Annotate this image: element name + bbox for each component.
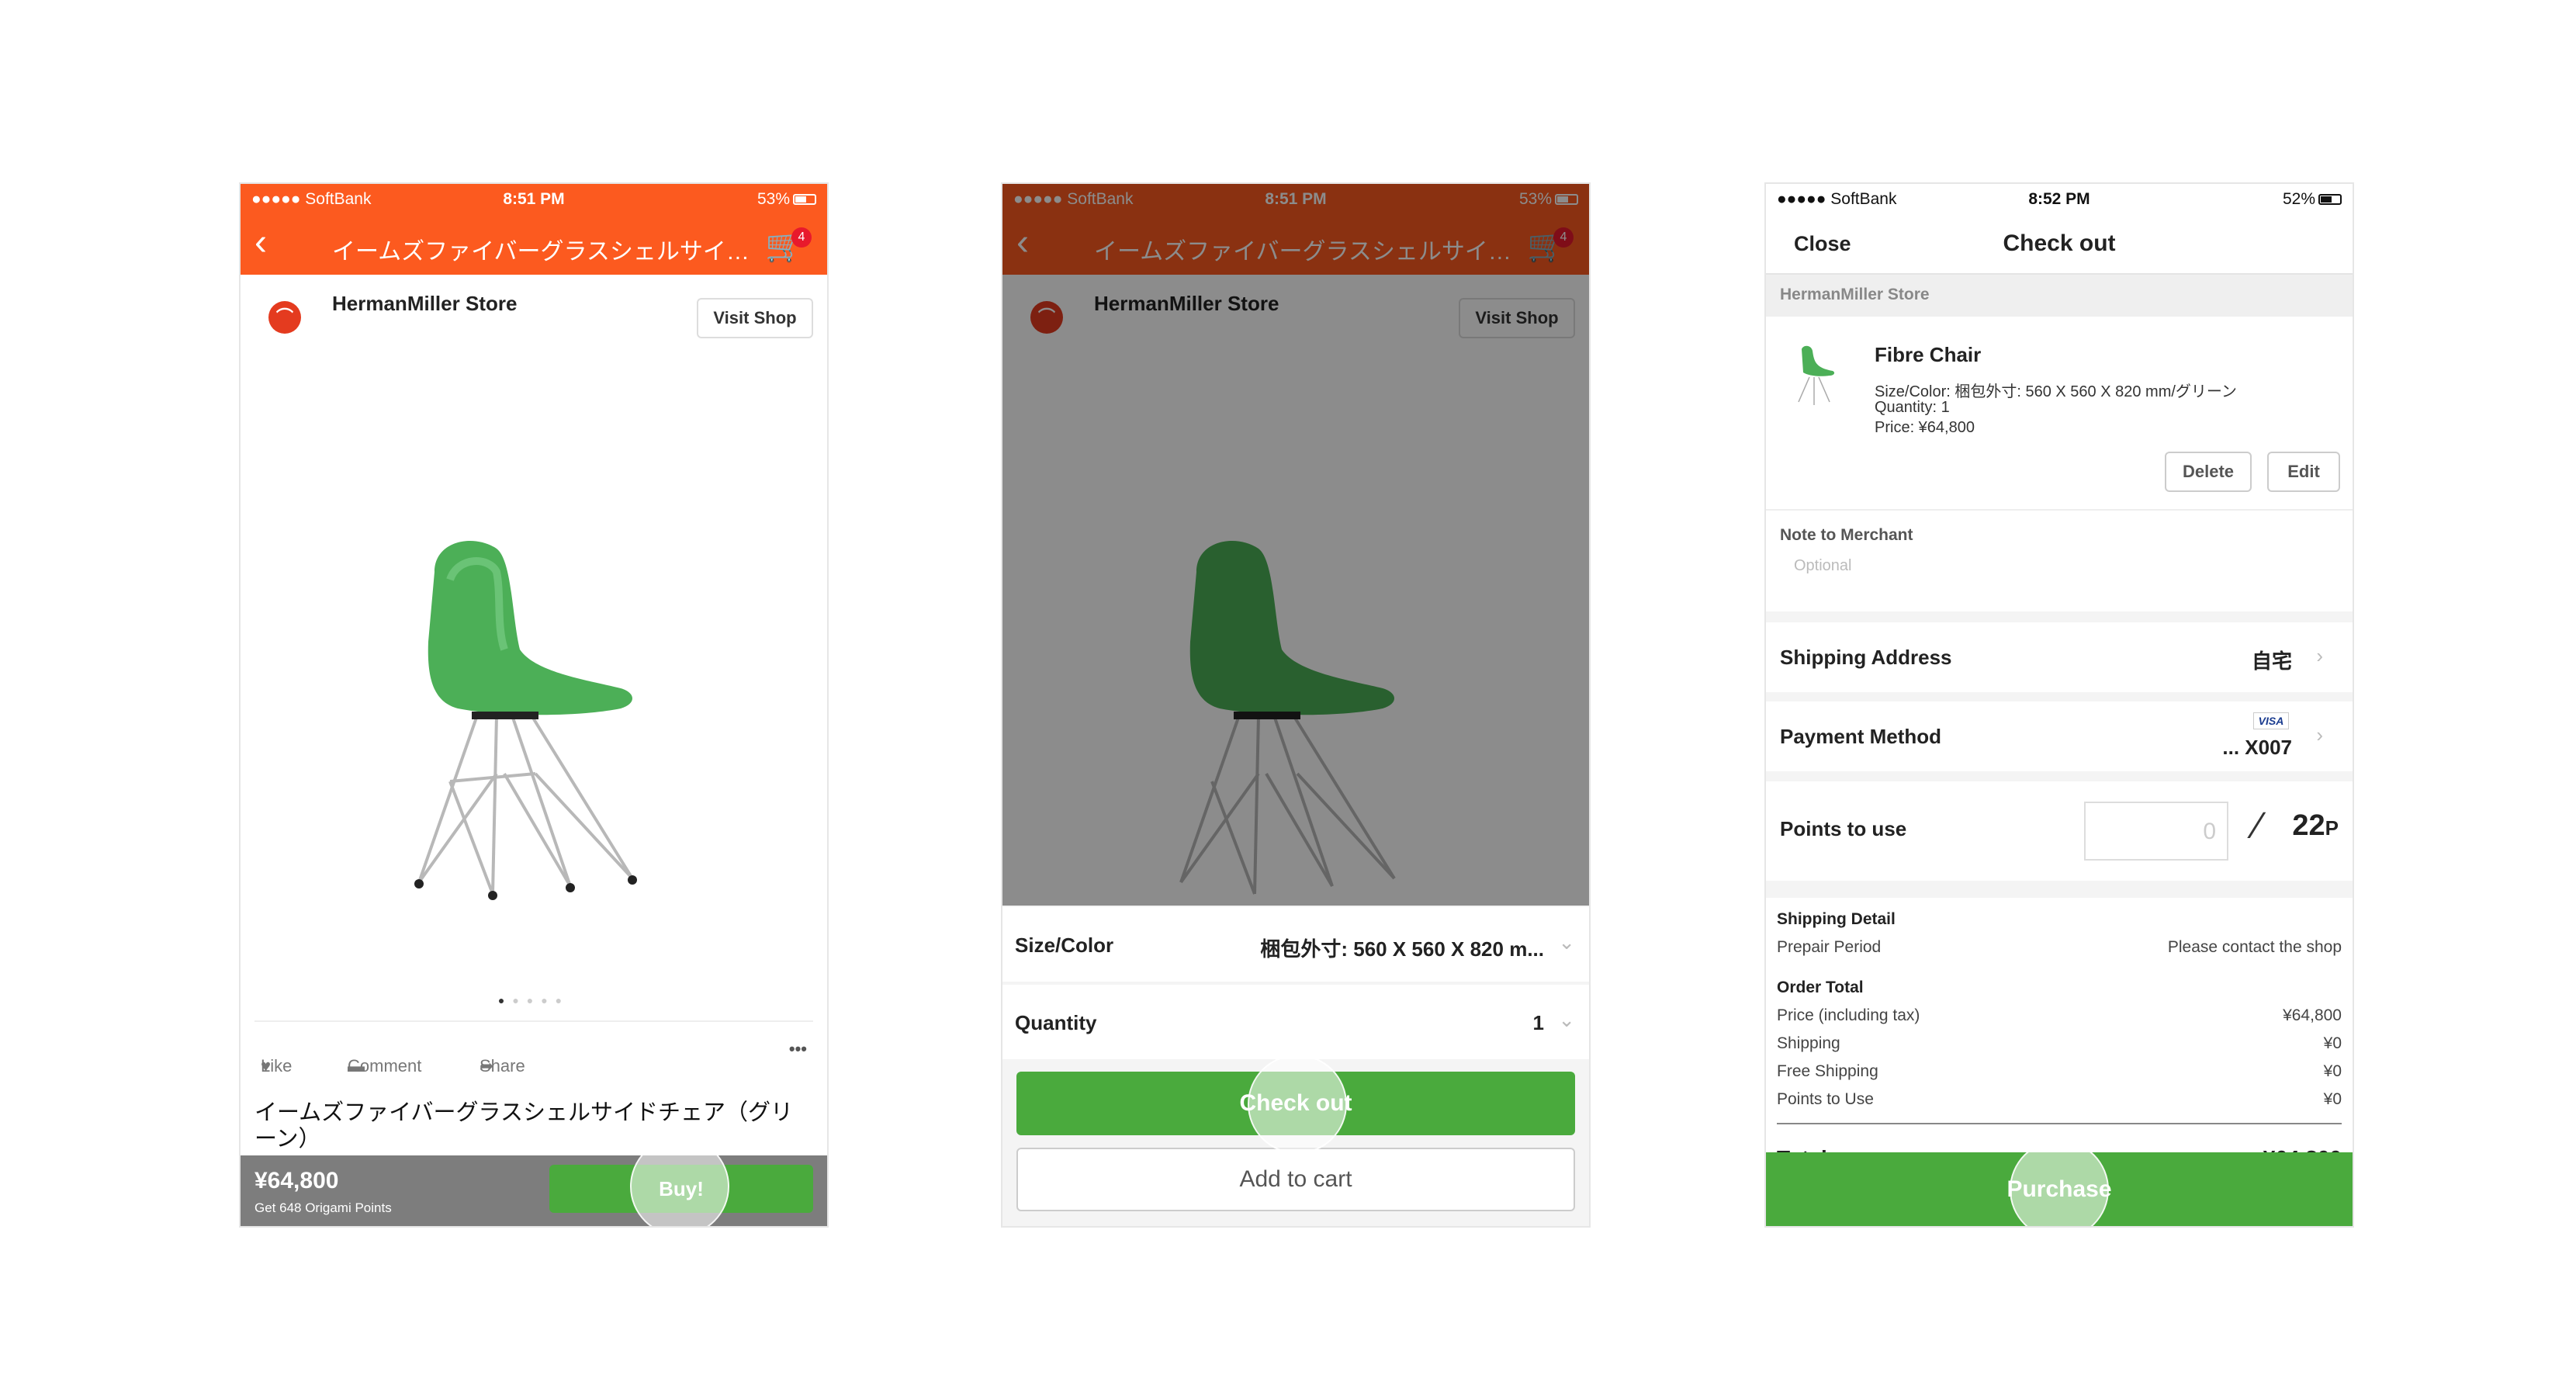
item-quantity: Quantity: 1 (1875, 399, 1950, 416)
points-to-use-label: Points to Use (1777, 1090, 1874, 1108)
free-shipping-value: ¥0 (2323, 1062, 2342, 1080)
product-image[interactable] (403, 525, 667, 929)
item-name: Fibre Chair (1875, 343, 1982, 366)
edit-button[interactable]: Edit (2267, 452, 2340, 492)
size-color-value: 梱包外寸: 560 X 560 X 820 m... (1260, 937, 1544, 961)
free-shipping-label: Free Shipping (1777, 1062, 1878, 1080)
comment-label: Comment (348, 1056, 422, 1076)
cart-badge: 4 (791, 227, 812, 248)
item-thumbnail (1798, 345, 1835, 405)
modal-overlay[interactable] (1002, 184, 1589, 906)
chevron-left-icon[interactable]: ‹ (254, 224, 267, 262)
more-icon[interactable]: ••• (789, 1039, 807, 1059)
quantity-row[interactable]: Quantity 1 ⌄ (1002, 985, 1589, 1059)
checkout-nav-bar: Close Check out (1766, 215, 2353, 275)
chevron-down-icon: ⌄ (1558, 930, 1575, 954)
price-value: ¥64,800 (2283, 1006, 2342, 1024)
points-row: Points to use 0 ⁄ 22P (1766, 781, 2353, 881)
store-header: HermanMiller Store (1766, 275, 2353, 317)
battery-indicator: 52% (2283, 190, 2342, 209)
size-color-row[interactable]: Size/Color 梱包外寸: 560 X 560 X 820 m... ⌄ (1002, 907, 1589, 982)
points-to-use-value: ¥0 (2323, 1090, 2342, 1108)
status-bar: ●●●●● SoftBank 8:52 PM 52% (1766, 184, 2353, 215)
quantity-label: Quantity (1015, 1011, 1097, 1034)
product-detail-screen: ●●●●● SoftBank 8:51 PM 53% ‹ イームズファイバーグラ… (241, 184, 827, 1226)
battery-icon (793, 194, 816, 206)
battery-percent: 53% (757, 190, 790, 208)
prepair-value: Please contact the shop (2167, 938, 2342, 956)
battery-indicator: 53% (757, 190, 816, 209)
clock: 8:52 PM (2028, 190, 2090, 208)
visa-icon: VISA (2253, 712, 2289, 729)
cart-item: Fibre Chair Size/Color: 梱包外寸: 560 X 560 … (1766, 317, 2353, 511)
battery-icon (2318, 194, 2342, 206)
product-title: イームズファイバーグラスシェルサイドチェア（グリーン） (254, 1100, 793, 1152)
buy-bar: ¥64,800 Get 648 Origami Points Buy! (241, 1155, 827, 1226)
points-input[interactable]: 0 (2084, 802, 2228, 861)
shipping-value: ¥0 (2323, 1034, 2342, 1052)
nav-title: イームズファイバーグラスシェルサイド... (332, 239, 750, 265)
prepair-label: Prepair Period (1777, 938, 1882, 956)
note-to-merchant: Note to Merchant Optional (1766, 511, 2353, 611)
shipping-address-value: 自宅 (2251, 649, 2292, 673)
slash-divider: ⁄ (2254, 805, 2261, 847)
chevron-down-icon: ⌄ (1558, 1008, 1575, 1031)
shipping-address-row[interactable]: Shipping Address 自宅 › (1766, 622, 2353, 692)
chevron-right-icon: › (2316, 723, 2323, 746)
payment-method-label: Payment Method (1780, 725, 1942, 748)
status-bar: ●●●●● SoftBank 8:51 PM 53% (241, 184, 827, 215)
page-title: Check out (2003, 230, 2116, 256)
size-color-label: Size/Color (1015, 934, 1114, 957)
like-label: Like (261, 1056, 293, 1076)
delete-button[interactable]: Delete (2165, 452, 2252, 492)
add-to-cart-button[interactable]: Add to cart (1016, 1148, 1575, 1211)
visit-shop-button[interactable]: Visit Shop (697, 298, 813, 338)
points-label: Get 648 Origami Points (254, 1200, 392, 1215)
note-input[interactable]: Optional (1794, 557, 1852, 575)
checkout-screen: ●●●●● SoftBank 8:52 PM 52% Close Check o… (1766, 184, 2353, 1226)
payment-card-number: ... X007 (2222, 736, 2292, 759)
shipping-detail-heading: Shipping Detail (1777, 910, 1896, 928)
quantity-value: 1 (1532, 1011, 1544, 1034)
shipping-label: Shipping (1777, 1034, 1840, 1052)
item-size-color: Size/Color: 梱包外寸: 560 X 560 X 820 mm/グリー… (1875, 383, 2237, 400)
price-label: ¥64,800 (254, 1168, 339, 1193)
store-name[interactable]: HermanMiller Store (332, 292, 517, 316)
touch-indicator (1248, 1055, 1347, 1154)
chevron-right-icon: › (2316, 644, 2323, 667)
points-unit: P (2325, 816, 2339, 840)
share-label: Share (480, 1056, 525, 1076)
social-bar: ♥ Like ▬ Comment ➦ Share ••• (254, 1020, 813, 1076)
note-label: Note to Merchant (1780, 526, 1913, 544)
item-price: Price: ¥64,800 (1875, 419, 1975, 436)
points-total-value: 22 (2292, 809, 2325, 842)
payment-method-row[interactable]: Payment Method VISA ... X007 › (1766, 701, 2353, 771)
total-divider (1777, 1123, 2342, 1124)
carousel-dots[interactable]: ●●●●● (241, 994, 827, 1006)
nav-bar: ‹ イームズファイバーグラスシェルサイド... 🛒 4 (241, 215, 827, 275)
clock: 8:51 PM (503, 190, 565, 208)
points-available: 22P (2292, 809, 2339, 843)
battery-percent: 52% (2282, 190, 2315, 208)
order-total-heading: Order Total (1777, 979, 1864, 996)
shipping-address-label: Shipping Address (1780, 646, 1952, 669)
add-to-cart-sheet-screen: ●●●●● SoftBank 8:51 PM 53% ‹ イームズファイバーグラ… (1002, 184, 1589, 1226)
store-row: ⌒ HermanMiller Store Visit Shop (241, 275, 827, 352)
price-label: Price (including tax) (1777, 1006, 1920, 1024)
store-logo[interactable]: ⌒ (268, 301, 301, 334)
points-label: Points to use (1780, 817, 1907, 840)
